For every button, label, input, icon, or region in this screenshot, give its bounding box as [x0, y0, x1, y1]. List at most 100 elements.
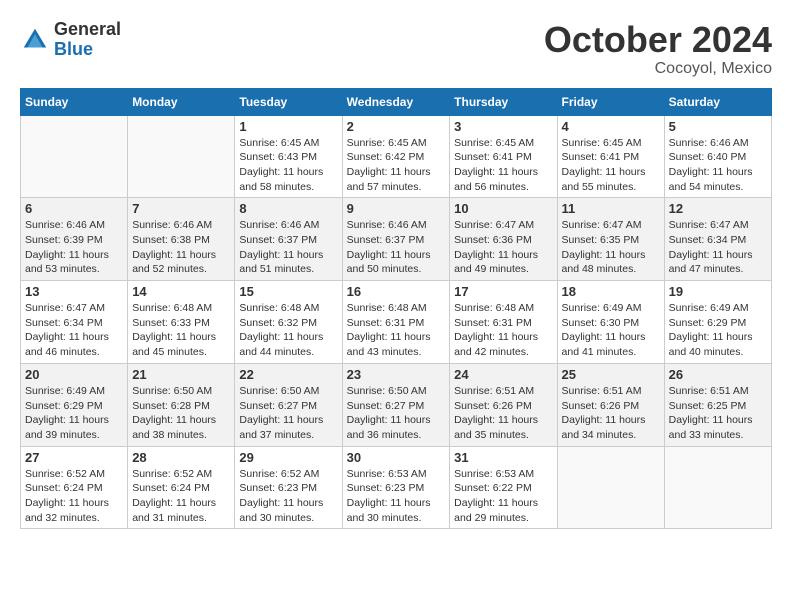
day-info: Sunrise: 6:52 AM Sunset: 6:23 PM Dayligh… — [239, 467, 337, 526]
calendar-cell: 9 Sunrise: 6:46 AM Sunset: 6:37 PM Daylig… — [342, 198, 450, 281]
logo-text: General Blue — [54, 20, 121, 60]
day-number: 14 — [132, 284, 230, 299]
calendar-cell — [21, 115, 128, 198]
day-number: 31 — [454, 450, 552, 465]
calendar-cell: 19 Sunrise: 6:49 AM Sunset: 6:29 PM Dayli… — [664, 281, 771, 364]
calendar-cell: 14 Sunrise: 6:48 AM Sunset: 6:33 PM Dayli… — [128, 281, 235, 364]
day-info: Sunrise: 6:50 AM Sunset: 6:27 PM Dayligh… — [239, 384, 337, 443]
calendar-cell: 23 Sunrise: 6:50 AM Sunset: 6:27 PM Dayli… — [342, 363, 450, 446]
day-number: 9 — [347, 201, 446, 216]
day-info: Sunrise: 6:49 AM Sunset: 6:30 PM Dayligh… — [562, 301, 660, 360]
calendar-week-row: 20 Sunrise: 6:49 AM Sunset: 6:29 PM Dayli… — [21, 363, 772, 446]
calendar-cell: 28 Sunrise: 6:52 AM Sunset: 6:24 PM Dayli… — [128, 446, 235, 529]
day-info: Sunrise: 6:52 AM Sunset: 6:24 PM Dayligh… — [132, 467, 230, 526]
day-info: Sunrise: 6:47 AM Sunset: 6:36 PM Dayligh… — [454, 218, 552, 277]
title-section: October 2024 Cocoyol, Mexico — [544, 20, 772, 78]
day-number: 5 — [669, 119, 767, 134]
day-number: 18 — [562, 284, 660, 299]
day-number: 13 — [25, 284, 123, 299]
day-number: 24 — [454, 367, 552, 382]
calendar-cell: 25 Sunrise: 6:51 AM Sunset: 6:26 PM Dayli… — [557, 363, 664, 446]
day-number: 25 — [562, 367, 660, 382]
calendar-cell: 11Sunrise: 6:47 AM Sunset: 6:35 PM Dayli… — [557, 198, 664, 281]
calendar-cell: 29 Sunrise: 6:52 AM Sunset: 6:23 PM Dayli… — [235, 446, 342, 529]
day-number: 30 — [347, 450, 446, 465]
calendar-header-row: SundayMondayTuesdayWednesdayThursdayFrid… — [21, 88, 772, 115]
calendar-cell: 16 Sunrise: 6:48 AM Sunset: 6:31 PM Dayli… — [342, 281, 450, 364]
day-number: 10 — [454, 201, 552, 216]
calendar-cell: 1Sunrise: 6:45 AM Sunset: 6:43 PM Daylig… — [235, 115, 342, 198]
day-info: Sunrise: 6:51 AM Sunset: 6:25 PM Dayligh… — [669, 384, 767, 443]
day-info: Sunrise: 6:47 AM Sunset: 6:35 PM Dayligh… — [562, 218, 660, 277]
day-number: 21 — [132, 367, 230, 382]
day-info: Sunrise: 6:48 AM Sunset: 6:33 PM Dayligh… — [132, 301, 230, 360]
day-info: Sunrise: 6:49 AM Sunset: 6:29 PM Dayligh… — [25, 384, 123, 443]
weekday-header: Friday — [557, 88, 664, 115]
day-info: Sunrise: 6:48 AM Sunset: 6:31 PM Dayligh… — [454, 301, 552, 360]
day-info: Sunrise: 6:49 AM Sunset: 6:29 PM Dayligh… — [669, 301, 767, 360]
calendar-cell: 8 Sunrise: 6:46 AM Sunset: 6:37 PM Daylig… — [235, 198, 342, 281]
calendar-cell: 21 Sunrise: 6:50 AM Sunset: 6:28 PM Dayli… — [128, 363, 235, 446]
day-info: Sunrise: 6:50 AM Sunset: 6:28 PM Dayligh… — [132, 384, 230, 443]
month-title: October 2024 — [544, 20, 772, 60]
day-number: 8 — [239, 201, 337, 216]
calendar-week-row: 6Sunrise: 6:46 AM Sunset: 6:39 PM Daylig… — [21, 198, 772, 281]
day-number: 28 — [132, 450, 230, 465]
day-info: Sunrise: 6:45 AM Sunset: 6:43 PM Dayligh… — [239, 136, 337, 195]
logo-icon — [20, 25, 50, 55]
calendar-table: SundayMondayTuesdayWednesdayThursdayFrid… — [20, 88, 772, 530]
day-info: Sunrise: 6:45 AM Sunset: 6:41 PM Dayligh… — [562, 136, 660, 195]
day-info: Sunrise: 6:46 AM Sunset: 6:37 PM Dayligh… — [347, 218, 446, 277]
weekday-header: Wednesday — [342, 88, 450, 115]
day-number: 16 — [347, 284, 446, 299]
day-number: 17 — [454, 284, 552, 299]
calendar-cell: 4 Sunrise: 6:45 AM Sunset: 6:41 PM Daylig… — [557, 115, 664, 198]
day-info: Sunrise: 6:46 AM Sunset: 6:38 PM Dayligh… — [132, 218, 230, 277]
calendar-cell: 6Sunrise: 6:46 AM Sunset: 6:39 PM Daylig… — [21, 198, 128, 281]
calendar-week-row: 13Sunrise: 6:47 AM Sunset: 6:34 PM Dayli… — [21, 281, 772, 364]
calendar-cell: 3Sunrise: 6:45 AM Sunset: 6:41 PM Daylig… — [450, 115, 557, 198]
day-info: Sunrise: 6:50 AM Sunset: 6:27 PM Dayligh… — [347, 384, 446, 443]
day-number: 27 — [25, 450, 123, 465]
calendar-cell: 18 Sunrise: 6:49 AM Sunset: 6:30 PM Dayli… — [557, 281, 664, 364]
day-number: 7 — [132, 201, 230, 216]
day-info: Sunrise: 6:51 AM Sunset: 6:26 PM Dayligh… — [562, 384, 660, 443]
calendar-cell: 5 Sunrise: 6:46 AM Sunset: 6:40 PM Daylig… — [664, 115, 771, 198]
day-info: Sunrise: 6:46 AM Sunset: 6:40 PM Dayligh… — [669, 136, 767, 195]
day-number: 4 — [562, 119, 660, 134]
day-info: Sunrise: 6:46 AM Sunset: 6:37 PM Dayligh… — [239, 218, 337, 277]
day-number: 20 — [25, 367, 123, 382]
calendar-cell: 22Sunrise: 6:50 AM Sunset: 6:27 PM Dayli… — [235, 363, 342, 446]
calendar-week-row: 27 Sunrise: 6:52 AM Sunset: 6:24 PM Dayli… — [21, 446, 772, 529]
day-info: Sunrise: 6:53 AM Sunset: 6:22 PM Dayligh… — [454, 467, 552, 526]
calendar-cell: 2 Sunrise: 6:45 AM Sunset: 6:42 PM Daylig… — [342, 115, 450, 198]
day-info: Sunrise: 6:53 AM Sunset: 6:23 PM Dayligh… — [347, 467, 446, 526]
calendar-cell: 15 Sunrise: 6:48 AM Sunset: 6:32 PM Dayli… — [235, 281, 342, 364]
day-info: Sunrise: 6:47 AM Sunset: 6:34 PM Dayligh… — [669, 218, 767, 277]
calendar-cell: 30 Sunrise: 6:53 AM Sunset: 6:23 PM Dayli… — [342, 446, 450, 529]
day-number: 12 — [669, 201, 767, 216]
day-number: 29 — [239, 450, 337, 465]
day-number: 6 — [25, 201, 123, 216]
day-number: 19 — [669, 284, 767, 299]
day-number: 15 — [239, 284, 337, 299]
day-number: 23 — [347, 367, 446, 382]
page-header: General Blue October 2024 Cocoyol, Mexic… — [20, 20, 772, 78]
day-info: Sunrise: 6:52 AM Sunset: 6:24 PM Dayligh… — [25, 467, 123, 526]
calendar-cell: 24 Sunrise: 6:51 AM Sunset: 6:26 PM Dayli… — [450, 363, 557, 446]
calendar-cell — [128, 115, 235, 198]
calendar-cell: 12 Sunrise: 6:47 AM Sunset: 6:34 PM Dayli… — [664, 198, 771, 281]
calendar-cell — [664, 446, 771, 529]
calendar-cell: 27 Sunrise: 6:52 AM Sunset: 6:24 PM Dayli… — [21, 446, 128, 529]
weekday-header: Monday — [128, 88, 235, 115]
day-info: Sunrise: 6:48 AM Sunset: 6:32 PM Dayligh… — [239, 301, 337, 360]
calendar-cell — [557, 446, 664, 529]
calendar-week-row: 1Sunrise: 6:45 AM Sunset: 6:43 PM Daylig… — [21, 115, 772, 198]
calendar-cell: 26Sunrise: 6:51 AM Sunset: 6:25 PM Dayli… — [664, 363, 771, 446]
day-info: Sunrise: 6:51 AM Sunset: 6:26 PM Dayligh… — [454, 384, 552, 443]
day-info: Sunrise: 6:45 AM Sunset: 6:42 PM Dayligh… — [347, 136, 446, 195]
day-info: Sunrise: 6:48 AM Sunset: 6:31 PM Dayligh… — [347, 301, 446, 360]
day-number: 2 — [347, 119, 446, 134]
calendar-cell: 7 Sunrise: 6:46 AM Sunset: 6:38 PM Daylig… — [128, 198, 235, 281]
weekday-header: Saturday — [664, 88, 771, 115]
